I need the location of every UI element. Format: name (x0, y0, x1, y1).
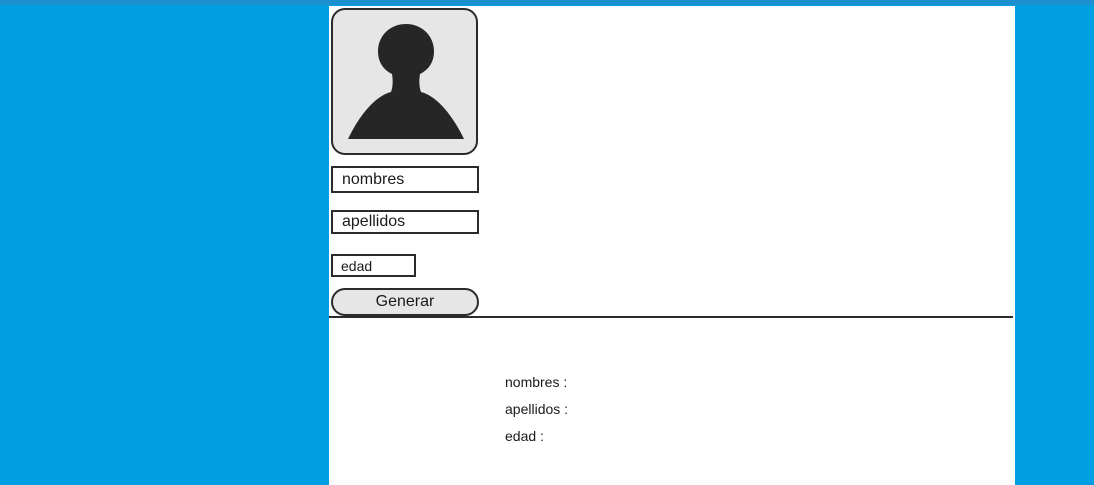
nombres-input[interactable] (331, 166, 479, 193)
generar-button[interactable]: Generar (331, 288, 479, 316)
top-strip (0, 0, 1094, 5)
main-panel: Generar nombres : apellidos : edad : (329, 6, 1015, 485)
output-nombres-label: nombres : (505, 374, 568, 390)
output-apellidos-label: apellidos : (505, 401, 569, 417)
user-silhouette-icon (348, 24, 464, 139)
section-divider (329, 316, 1013, 318)
edad-input[interactable] (331, 254, 416, 277)
apellidos-input[interactable] (331, 210, 479, 234)
avatar-placeholder (331, 8, 478, 155)
output-edad-label: edad : (505, 428, 544, 444)
